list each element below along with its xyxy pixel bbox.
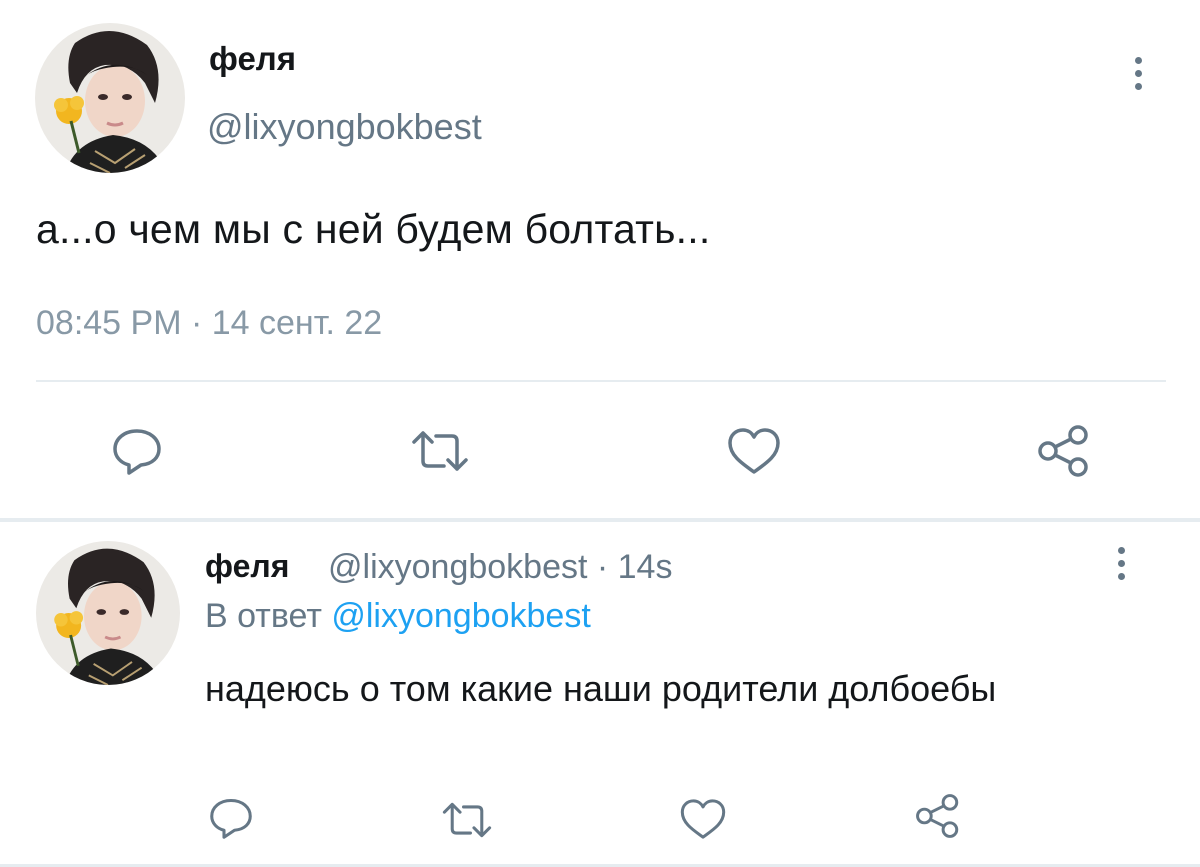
share-icon[interactable] bbox=[1036, 424, 1092, 478]
main-handle[interactable]: @lixyongbokbest bbox=[207, 106, 482, 148]
retweet-icon[interactable] bbox=[410, 428, 470, 474]
retweet-icon[interactable] bbox=[440, 800, 494, 840]
reply-avatar[interactable] bbox=[36, 541, 180, 685]
like-icon[interactable] bbox=[678, 797, 728, 841]
reply-to-link[interactable]: @lixyongbokbest bbox=[331, 597, 590, 635]
reply-display-name[interactable]: феля bbox=[205, 548, 289, 585]
reply-icon[interactable] bbox=[111, 427, 163, 475]
like-icon[interactable] bbox=[725, 426, 783, 476]
reply-tweet-text: надеюсь о том какие наши родители долбое… bbox=[205, 668, 997, 709]
share-icon[interactable] bbox=[914, 793, 962, 839]
reply-icon[interactable] bbox=[207, 797, 255, 839]
main-timestamp: 08:45 PM · 14 сент. 22 bbox=[36, 304, 383, 342]
divider bbox=[36, 380, 1166, 382]
main-tweet-text: а...о чем мы с ней будем болтать... bbox=[36, 206, 711, 252]
reply-handle-time[interactable]: @lixyongbokbest · 14s bbox=[328, 548, 672, 587]
main-display-name[interactable]: феля bbox=[209, 40, 296, 78]
reply-prefix: В ответ bbox=[205, 597, 322, 635]
main-avatar[interactable] bbox=[35, 23, 185, 173]
section-divider bbox=[0, 518, 1200, 522]
main-more-icon[interactable] bbox=[1131, 57, 1145, 96]
reply-context: В ответ @lixyongbokbest bbox=[205, 597, 591, 636]
reply-more-icon[interactable] bbox=[1114, 547, 1128, 586]
